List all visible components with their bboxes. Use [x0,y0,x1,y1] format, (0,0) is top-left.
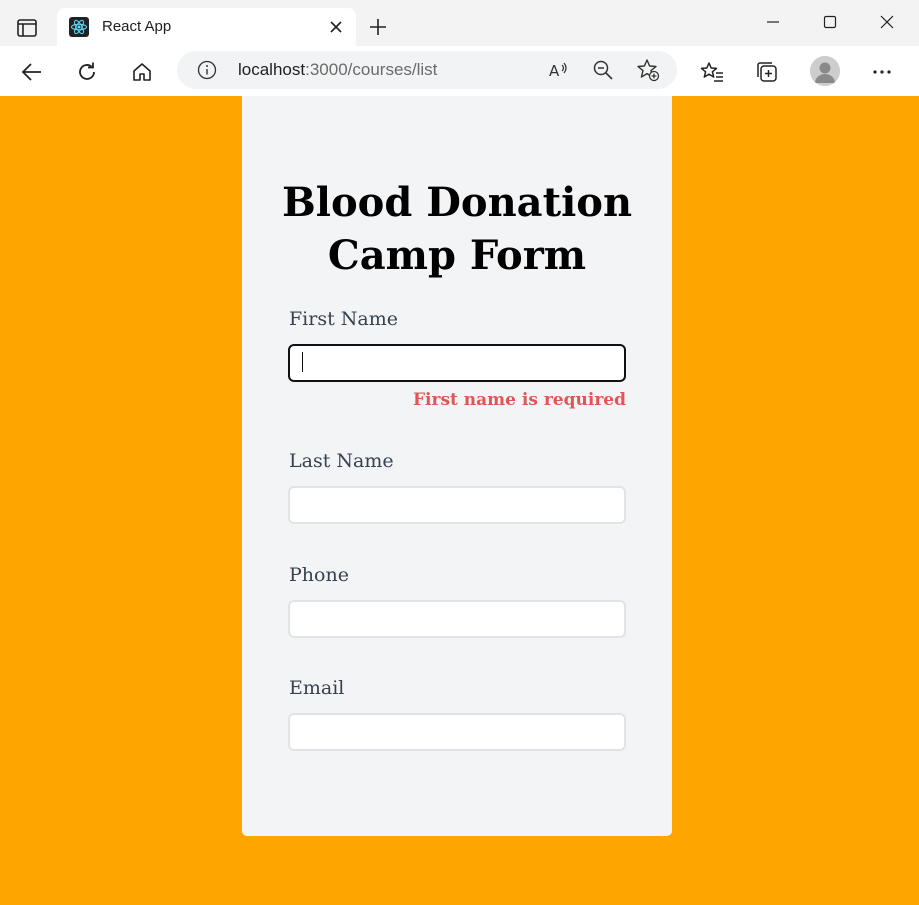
text-cursor [302,352,303,372]
form-card: Blood Donation Camp Form First Name First… [242,96,672,836]
browser-chrome: React App localhost:3000/courses/list A [0,0,919,96]
profile-avatar-icon[interactable] [810,56,840,86]
email-label: Email [289,677,345,699]
form-title-line-2: Camp Form [327,232,587,279]
add-favorite-icon[interactable] [636,58,660,82]
last-name-input[interactable] [288,486,626,524]
collections-icon[interactable] [751,56,783,88]
first-name-input[interactable] [288,344,626,382]
form-title: Blood Donation Camp Form [242,176,672,282]
maximize-icon[interactable] [815,10,845,34]
navigation-bar: localhost:3000/courses/list A [0,46,919,96]
url-text[interactable]: localhost:3000/courses/list [238,60,437,80]
react-logo-icon [69,17,89,37]
read-aloud-icon[interactable]: A [546,58,570,82]
url-path: :3000/courses/list [305,60,438,79]
phone-input[interactable] [288,600,626,638]
first-name-label: First Name [289,308,398,330]
tab-react-app[interactable]: React App [57,8,356,46]
plus-icon[interactable] [364,13,392,41]
zoom-out-icon[interactable] [591,58,615,82]
url-host: localhost [238,60,306,79]
window-close-icon[interactable] [872,10,902,34]
minimize-icon[interactable] [758,10,788,34]
svg-text:A: A [549,62,560,80]
first-name-error: First name is required [412,390,626,410]
more-icon[interactable] [866,56,898,88]
sidebar-icon[interactable] [12,15,42,41]
address-bar[interactable]: localhost:3000/courses/list A [177,51,677,89]
refresh-icon[interactable] [71,56,103,88]
form-title-line-1: Blood Donation [281,179,633,226]
email-input[interactable] [288,713,626,751]
favorites-icon[interactable] [696,56,728,88]
phone-label: Phone [289,564,349,586]
home-icon[interactable] [126,56,158,88]
last-name-label: Last Name [289,450,394,472]
tab-title: React App [102,18,172,35]
info-icon[interactable] [197,60,217,80]
close-icon[interactable] [326,17,346,37]
tab-strip: React App [0,0,919,50]
back-arrow-icon[interactable] [16,56,48,88]
